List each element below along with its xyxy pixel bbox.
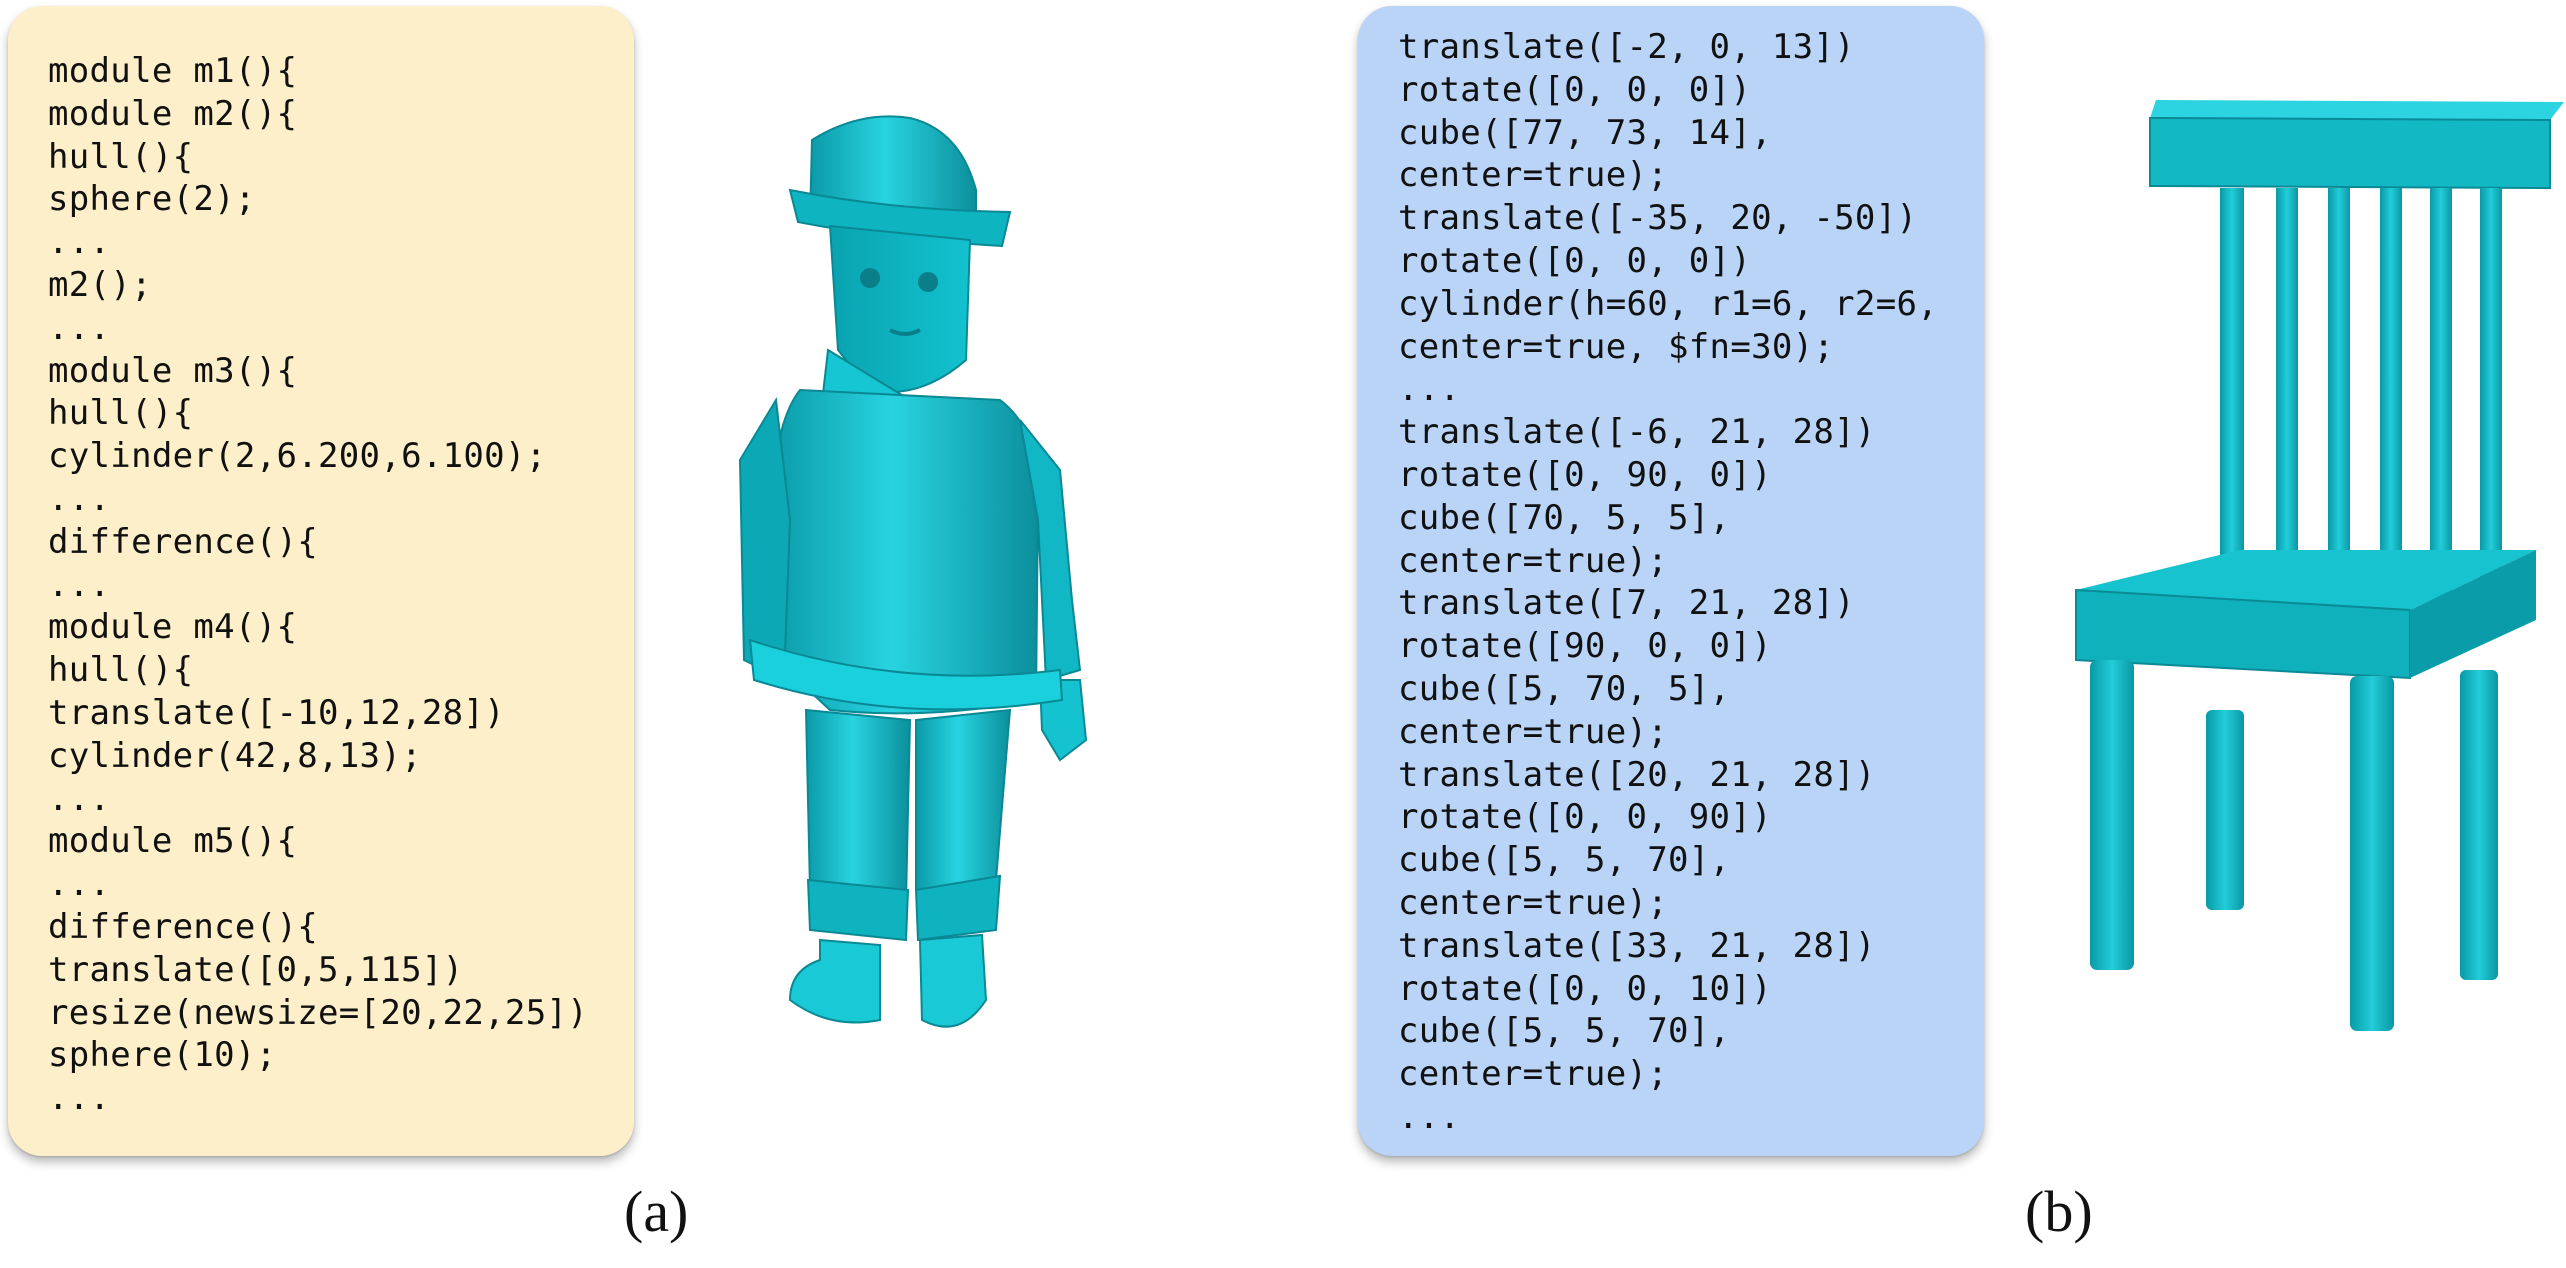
- code-line: translate([20, 21, 28]): [1398, 754, 1876, 795]
- code-line: module m2(){: [48, 93, 298, 134]
- chair-slat-2: [2276, 188, 2298, 608]
- code-line: translate([33, 21, 28]): [1398, 925, 1876, 966]
- code-line: translate([-10,12,28]): [48, 692, 505, 733]
- code-line: ...: [48, 478, 111, 519]
- code-line: m2();: [48, 264, 152, 305]
- code-line: difference(){: [48, 521, 319, 562]
- code-line: center=true);: [1398, 155, 1669, 196]
- code-line: difference(){: [48, 906, 319, 947]
- chair-model-svg: [2075, 100, 2564, 1031]
- code-line: cube([77, 73, 14],: [1398, 112, 1772, 153]
- code-line: rotate([0, 0, 0]): [1398, 69, 1752, 110]
- code-line: module m5(){: [48, 821, 298, 862]
- chair-front-leg-right: [2350, 676, 2394, 1031]
- code-line: cube([5, 5, 70],: [1398, 1011, 1731, 1052]
- code-line: translate([7, 21, 28]): [1398, 583, 1855, 624]
- code-line: translate([-2, 0, 13]): [1398, 27, 1855, 67]
- chair-front-leg-left: [2090, 660, 2134, 970]
- code-line: ...: [48, 1078, 111, 1119]
- eye-left: [860, 268, 880, 288]
- chair-slat-5: [2430, 188, 2452, 608]
- code-line: ...: [48, 307, 111, 348]
- left-leg: [804, 708, 912, 902]
- code-line: hull(){: [48, 650, 194, 691]
- code-line: resize(newsize=[20,22,25]): [48, 992, 589, 1033]
- chair-slat-6: [2480, 188, 2502, 608]
- code-line: center=true);: [1398, 711, 1669, 752]
- code-line: hull(){: [48, 393, 194, 434]
- right-leg: [915, 708, 1012, 892]
- code-panel-b: translate([-2, 0, 13]) rotate([0, 0, 0]) c…: [1358, 6, 1984, 1156]
- code-line: hull(){: [48, 136, 194, 177]
- chair-top-rail-top: [2150, 100, 2564, 120]
- code-line: center=true, $fn=30);: [1398, 326, 1835, 367]
- caption-b: (b): [2025, 1179, 2093, 1244]
- code-line: center=true);: [1398, 1054, 1669, 1095]
- code-line: rotate([0, 0, 10]): [1398, 968, 1772, 1009]
- person-model-svg: [738, 115, 1088, 1028]
- code-panel-a: module m1(){module m2(){hull(){sphere(2)…: [8, 6, 634, 1156]
- chair-slat-4: [2380, 188, 2402, 608]
- code-line: ...: [1398, 1096, 1461, 1137]
- chair-back-leg-left: [2206, 710, 2244, 910]
- code-line: cube([70, 5, 5],: [1398, 497, 1731, 538]
- code-line: cylinder(2,6.200,6.100);: [48, 436, 547, 477]
- code-line: rotate([0, 0, 0]): [1398, 240, 1752, 281]
- caption-a: (a): [624, 1179, 689, 1244]
- code-line: center=true);: [1398, 540, 1669, 581]
- code-line: sphere(2);: [48, 179, 256, 220]
- chair-slat-1: [2220, 188, 2244, 608]
- code-line: ...: [48, 564, 111, 605]
- code-line: rotate([90, 0, 0]): [1398, 626, 1772, 667]
- code-line: translate([0,5,115]): [48, 949, 464, 990]
- code-line: translate([-6, 21, 28]): [1398, 412, 1876, 453]
- code-line: ...: [1398, 369, 1461, 410]
- code-line: center=true);: [1398, 882, 1669, 923]
- chair-slat-3: [2328, 188, 2350, 608]
- code-line: rotate([0, 90, 0]): [1398, 454, 1772, 495]
- code-line: cylinder(h=60, r1=6, r2=6,: [1398, 283, 1939, 324]
- code-line: module m3(){: [48, 350, 298, 391]
- code-line: ...: [48, 864, 111, 905]
- code-line: ...: [48, 778, 111, 819]
- chair-3d-model: [2050, 70, 2566, 1060]
- chair-back-leg-right: [2460, 670, 2498, 980]
- code-line: ...: [48, 222, 111, 263]
- code-line: cylinder(42,8,13);: [48, 735, 422, 776]
- code-line: cube([5, 5, 70],: [1398, 840, 1731, 881]
- right-boot: [918, 933, 988, 1028]
- code-line: module m1(){: [48, 51, 298, 91]
- code-line: rotate([0, 0, 90]): [1398, 797, 1772, 838]
- code-line: sphere(10);: [48, 1035, 277, 1076]
- left-cuff: [806, 878, 910, 942]
- person-3d-model: [720, 100, 1120, 1060]
- chair-top-rail-front: [2149, 116, 2551, 190]
- code-line: translate([-35, 20, -50]): [1398, 198, 1918, 239]
- eye-right: [918, 272, 938, 292]
- code-line: module m4(){: [48, 607, 298, 648]
- left-boot: [788, 938, 881, 1024]
- code-line: cube([5, 70, 5],: [1398, 668, 1731, 709]
